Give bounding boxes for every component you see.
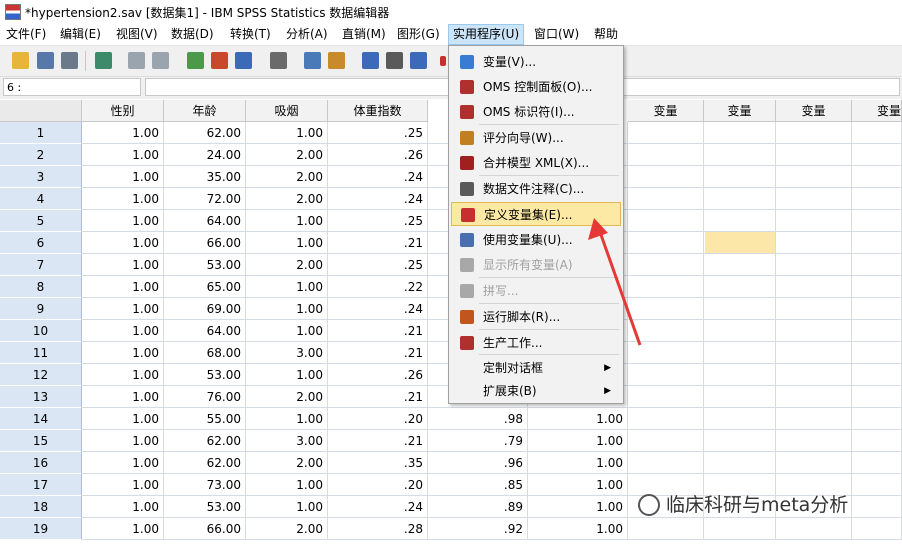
annotation-arrow	[588, 218, 642, 346]
watermark-text: 临床科研与meta分析	[666, 494, 849, 516]
wechat-icon	[638, 494, 660, 516]
